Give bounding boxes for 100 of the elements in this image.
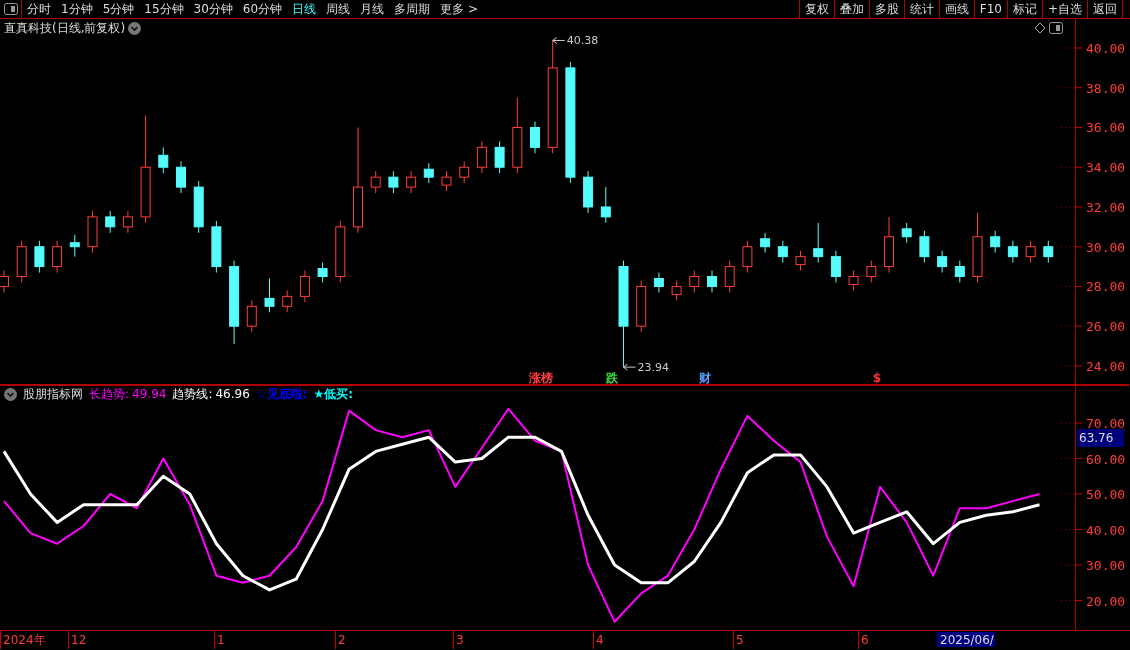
period-tab[interactable]: 多周期 — [389, 0, 436, 18]
candle — [1007, 240, 1018, 264]
toolbar-button[interactable]: 叠加 — [833, 0, 869, 18]
period-tab[interactable]: 1分钟 — [56, 0, 98, 18]
price-callout: 40.38 — [552, 34, 599, 48]
diamond-icon[interactable] — [1034, 22, 1046, 34]
candle — [282, 289, 293, 313]
candle — [848, 270, 859, 291]
candle — [600, 186, 611, 224]
indicator-name: 股朋指标网 — [23, 386, 83, 403]
event-marker[interactable]: $ — [872, 371, 882, 385]
price-callout: 23.94 — [623, 361, 669, 375]
candle — [901, 222, 912, 244]
axis-label: 32.00 — [1086, 199, 1126, 215]
candle — [707, 270, 717, 293]
candle — [388, 170, 399, 194]
toolbar-button[interactable]: 画线 — [938, 0, 974, 18]
candle — [760, 232, 771, 254]
dropdown-icon[interactable] — [4, 387, 17, 401]
date-label: 2024年 — [3, 633, 46, 647]
legend-value: 46.96 — [215, 386, 250, 403]
axis-label: 24.00 — [1086, 358, 1126, 374]
panel-toggle-icon[interactable] — [1049, 22, 1063, 34]
signal-label: ★低买: — [313, 386, 353, 403]
toolbar-button[interactable]: +自选 — [1041, 0, 1087, 18]
event-marker[interactable]: 跌 — [606, 371, 618, 385]
candle — [16, 240, 27, 283]
event-marker[interactable]: 财 — [699, 371, 711, 385]
annotation: 40.38 — [566, 34, 599, 48]
toolbar-button[interactable]: 标记 — [1006, 0, 1042, 18]
axis-label: 40.00 — [1086, 41, 1126, 56]
candle — [777, 240, 788, 264]
candle — [406, 170, 417, 194]
candle — [583, 170, 594, 214]
legend-label: 长趋势: — [89, 386, 130, 403]
candle — [724, 260, 735, 293]
candle — [176, 160, 186, 194]
candle — [671, 280, 682, 301]
period-tab[interactable]: 60分钟 — [237, 0, 288, 18]
axis-label: 36.00 — [1086, 120, 1126, 136]
candle — [1043, 240, 1054, 264]
period-tab[interactable]: 30分钟 — [188, 0, 238, 18]
period-tab[interactable]: 日线 — [287, 0, 322, 18]
axis-label: 28.00 — [1086, 279, 1126, 295]
candle — [299, 270, 310, 303]
period-tab[interactable]: 5分钟 — [97, 0, 140, 18]
candle — [87, 210, 98, 254]
annotation: 23.94 — [637, 361, 669, 375]
date-label: 2 — [338, 633, 346, 647]
candle — [52, 240, 63, 274]
axis-label: 30.00 — [1086, 239, 1126, 255]
axis-label: 26.00 — [1086, 319, 1126, 335]
candle — [742, 240, 753, 274]
axis-label: 70.00 — [1086, 416, 1126, 431]
toolbar-button[interactable]: 多股 — [868, 0, 904, 18]
axis-label: 50.00 — [1086, 487, 1126, 502]
candle — [530, 121, 540, 154]
candle — [211, 220, 222, 274]
candle — [972, 212, 983, 283]
event-marker[interactable]: 涨榜 — [529, 371, 553, 385]
candle — [441, 170, 452, 192]
candle — [866, 260, 877, 283]
date-label: 1 — [217, 633, 225, 647]
date-label: 12 — [71, 633, 87, 647]
toolbar-button[interactable]: F10 — [973, 0, 1007, 18]
date-label: 2025/06/ — [937, 632, 995, 647]
period-tab[interactable]: 周线 — [321, 0, 356, 18]
period-tab[interactable]: 月线 — [355, 0, 390, 18]
period-tab[interactable]: 15分钟 — [139, 0, 189, 18]
axis-label: 38.00 — [1086, 80, 1126, 96]
toolbar-button[interactable]: 统计 — [903, 0, 939, 18]
candle — [830, 250, 841, 283]
toolbar-button[interactable]: 复权 — [798, 0, 834, 18]
axis-label: 34.00 — [1086, 160, 1126, 176]
period-tab[interactable]: 分时 — [22, 0, 56, 18]
candle — [459, 160, 470, 184]
candle — [122, 210, 133, 234]
date-label: 3 — [456, 633, 464, 647]
candle — [990, 230, 1001, 254]
date-label: 6 — [861, 633, 869, 647]
candle — [919, 230, 930, 264]
candle — [795, 250, 806, 272]
date-label: 5 — [736, 633, 744, 647]
toolbar-button[interactable]: 返回 — [1087, 0, 1122, 18]
candle — [246, 299, 257, 333]
legend-value: 49.94 — [132, 386, 167, 403]
signal-label: ☆见底啦: — [255, 386, 308, 403]
axis-label: 20.00 — [1086, 593, 1126, 609]
period-tab[interactable]: 更多 > — [435, 0, 483, 18]
candle — [193, 180, 204, 234]
cursor-value: 63.76 — [1077, 429, 1124, 447]
candle — [264, 278, 275, 313]
candle — [653, 272, 664, 293]
stock-title: 直真科技(日线,前复权) — [4, 20, 126, 37]
candle — [105, 210, 116, 234]
dropdown-icon[interactable] — [128, 21, 142, 35]
legend-label: 趋势线: — [172, 386, 213, 403]
candle — [317, 262, 328, 283]
candle — [158, 146, 169, 174]
axis-label: 60.00 — [1086, 451, 1126, 467]
